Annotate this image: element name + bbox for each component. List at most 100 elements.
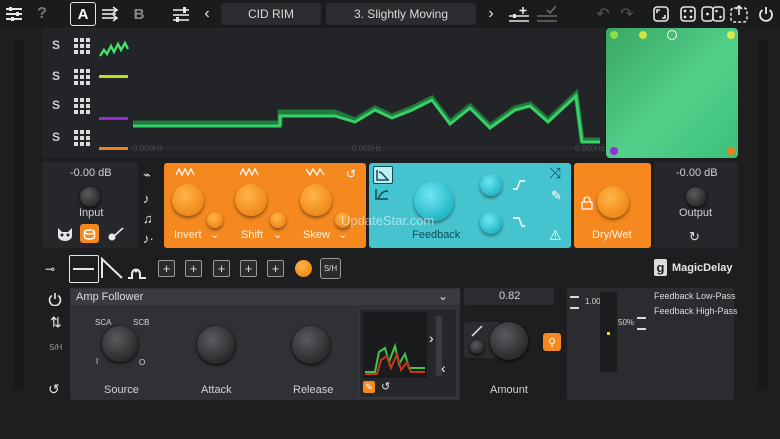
guitar-icon[interactable] <box>107 226 125 242</box>
reset-pitch-icon[interactable]: ↺ <box>346 167 356 181</box>
invert-dropdown-icon[interactable]: ⌄ <box>210 228 219 241</box>
feedback-lowcut-knob[interactable] <box>480 174 502 196</box>
redo-icon[interactable]: ↷ <box>616 3 638 25</box>
side-sample-hold-label[interactable]: S/H <box>49 343 62 352</box>
xy-dot-lime[interactable] <box>639 31 647 39</box>
shift-mini-knob[interactable] <box>270 212 286 228</box>
feedback-highcut-knob[interactable] <box>480 212 502 234</box>
add-slot-5-button[interactable]: + <box>267 260 284 277</box>
preset-bank-selector[interactable]: CID RIM <box>221 3 321 25</box>
amount-curve-icon[interactable] <box>470 324 484 338</box>
brand-name: MagicDelay <box>672 262 733 274</box>
add-slot-3-button[interactable]: + <box>213 260 230 277</box>
randomize-icon[interactable] <box>677 3 699 25</box>
copy-a-to-b-icon[interactable] <box>100 3 122 25</box>
target-item-2[interactable]: Feedback High-Pass <box>654 306 738 316</box>
undo-icon[interactable]: ↶ <box>592 3 614 25</box>
settings-sliders-icon[interactable] <box>3 3 25 25</box>
target-drag-handle-1[interactable] <box>570 296 579 309</box>
input-knob[interactable] <box>80 187 100 207</box>
pen-icon[interactable]: ✎ <box>551 188 562 204</box>
source-i-label: I <box>96 357 99 366</box>
output-knob[interactable] <box>686 187 706 207</box>
mod-row-1-grid-icon[interactable] <box>74 38 90 54</box>
add-slot-1-button[interactable]: + <box>158 260 175 277</box>
xy-pad[interactable] <box>606 28 738 158</box>
beamed-notes-icon[interactable]: ♫ <box>143 211 153 226</box>
envelope-shape-icon[interactable]: ⌁ <box>143 167 151 183</box>
next-preset-icon[interactable]: › <box>480 3 502 25</box>
add-modulation-icon[interactable] <box>508 3 530 25</box>
export-icon[interactable] <box>728 3 750 25</box>
shift-dropdown-icon[interactable]: ⌄ <box>273 228 282 241</box>
target-drag-handle-2[interactable] <box>637 317 646 330</box>
follower-power-icon[interactable] <box>48 292 62 311</box>
active-slot-dot[interactable] <box>295 260 312 277</box>
target-item-1[interactable]: Feedback Low-Pass <box>654 291 736 301</box>
amount-knob[interactable] <box>490 322 528 360</box>
source-knob[interactable] <box>102 326 138 362</box>
target-fader[interactable] <box>600 292 617 372</box>
scope-prev-icon[interactable]: ‹ <box>441 360 446 376</box>
output-mode-icon[interactable]: ↻ <box>689 229 700 245</box>
amount-link-button[interactable]: ⚲ <box>543 333 561 351</box>
confirm-modulation-icon[interactable] <box>536 3 558 25</box>
swap-direction-icon[interactable]: ⇅ <box>50 314 62 331</box>
invert-mini-knob[interactable] <box>207 212 223 228</box>
help-button[interactable]: ? <box>31 3 53 25</box>
xy-dot-orange[interactable] <box>727 147 735 155</box>
scope-next-icon[interactable]: › <box>429 330 434 346</box>
top-toolbar: ? A B ‹ CID RIM 3. Slightly Moving › ↶ ↷ <box>0 0 780 28</box>
add-slot-4-button[interactable]: + <box>240 260 257 277</box>
amount-fine-knob[interactable] <box>470 340 484 354</box>
shape-ramp-icon[interactable] <box>100 256 124 280</box>
highpass-filter-icon[interactable] <box>373 186 391 202</box>
invert-wave-icon <box>176 168 195 176</box>
dry-wet-knob[interactable] <box>597 186 629 218</box>
mod-row-4-sync[interactable]: S <box>52 130 60 144</box>
scope-draw-icon[interactable]: ✎ <box>363 381 375 393</box>
cat-mask-icon[interactable] <box>56 226 74 242</box>
preset-name-selector[interactable]: 3. Slightly Moving <box>326 3 476 25</box>
follower-mode-dropdown[interactable]: Amp Follower ⌄ <box>71 289 460 305</box>
xy-dot-purple[interactable] <box>610 147 618 155</box>
lowpass-filter-icon[interactable] <box>373 166 393 184</box>
fullscreen-icon[interactable] <box>650 3 672 25</box>
previous-preset-icon[interactable]: ‹ <box>196 3 218 25</box>
slot-b-button[interactable]: B <box>128 3 150 25</box>
mod-row-2-sync[interactable]: S <box>52 69 60 83</box>
sample-hold-button[interactable]: S/H <box>320 258 341 279</box>
mod-row-3-sync[interactable]: S <box>52 98 60 112</box>
skew-knob[interactable] <box>300 184 332 216</box>
dropdown-chevron-icon: ⌄ <box>437 289 448 303</box>
warning-icon[interactable]: ⚠ <box>549 227 562 244</box>
slot-a-button[interactable]: A <box>70 2 96 26</box>
shift-knob[interactable] <box>235 184 267 216</box>
xy-dot-yellow[interactable] <box>727 31 735 39</box>
mod-row-1-sync[interactable]: S <box>52 38 60 52</box>
shape-bump-icon[interactable] <box>126 258 150 280</box>
lock-icon[interactable] <box>581 196 593 210</box>
add-slot-2-button[interactable]: + <box>185 260 202 277</box>
mod-row-2-grid-icon[interactable] <box>74 69 90 85</box>
shuffle-icon[interactable]: ⤨ <box>549 165 561 182</box>
xy-dot-cursor[interactable] <box>667 30 677 40</box>
invert-knob[interactable] <box>172 184 204 216</box>
power-icon[interactable] <box>755 3 777 25</box>
route-icon[interactable]: ⊸ <box>45 262 55 276</box>
random-dice-icon[interactable] <box>700 3 726 25</box>
follower-reset-icon[interactable]: ↺ <box>48 381 60 398</box>
eighth-note-icon[interactable]: ♪ <box>143 191 150 206</box>
skew-dropdown-icon[interactable]: ⌄ <box>338 228 347 241</box>
dotted-note-icon[interactable]: ♪· <box>143 231 154 246</box>
attack-knob[interactable] <box>197 326 235 364</box>
mod-row-3-grid-icon[interactable] <box>74 98 90 114</box>
watermark-text: UpdateStar.com <box>341 213 435 228</box>
shape-flat-button[interactable] <box>69 255 99 283</box>
drum-button[interactable] <box>80 224 99 243</box>
release-knob[interactable] <box>292 326 330 364</box>
mixer-icon[interactable] <box>170 3 192 25</box>
scope-reset-icon[interactable]: ↺ <box>381 380 390 393</box>
xy-dot-green[interactable] <box>610 31 618 39</box>
mod-row-4-grid-icon[interactable] <box>74 130 90 146</box>
